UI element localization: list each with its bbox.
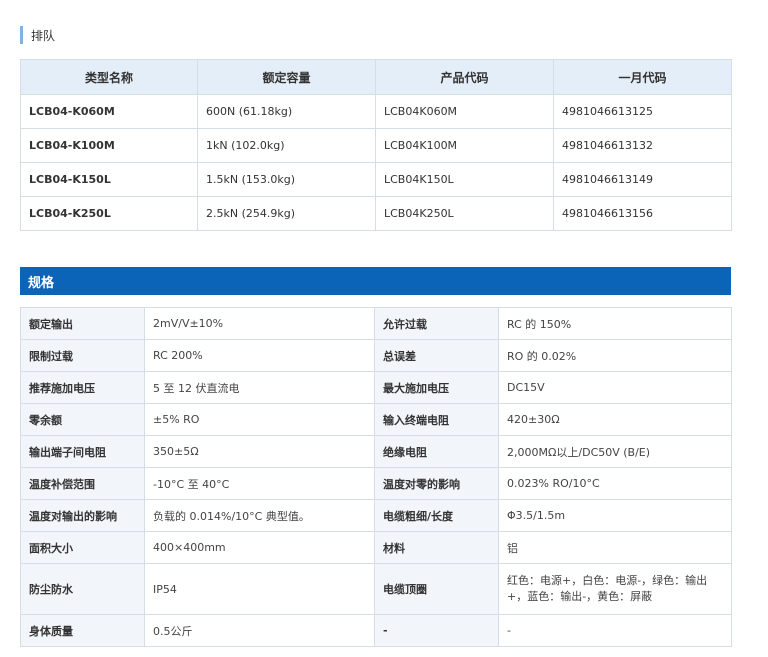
spec-label: 温度对零的影响	[374, 467, 499, 500]
spec-value: RC 200%	[144, 339, 375, 372]
column-header: 额定容量	[197, 59, 376, 95]
spec-value: 2mV/V±10%	[144, 307, 375, 340]
spec-label: 总误差	[374, 339, 499, 372]
table-row: 温度补偿范围 -10°C 至 40°C 温度对零的影响 0.023% RO/10…	[20, 467, 732, 500]
spec-value: 400×400mm	[144, 531, 375, 564]
spec-value: 420±30Ω	[498, 403, 732, 436]
model-table: 类型名称 额定容量 产品代码 一月代码 LCB04-K060M 600N (61…	[20, 59, 732, 231]
spec-section-title: 规格	[28, 275, 55, 291]
cell-type-name: LCB04-K100M	[20, 128, 198, 163]
spec-label: 身体质量	[20, 614, 145, 647]
spec-value: 0.023% RO/10°C	[498, 467, 732, 500]
spec-label: 最大施加电压	[374, 371, 499, 404]
spec-value: -	[498, 614, 732, 647]
cell-product-code: LCB04K150L	[375, 162, 554, 197]
table-row: 限制过载 RC 200% 总误差 RO 的 0.02%	[20, 339, 732, 372]
spec-value: RC 的 150%	[498, 307, 732, 340]
cell-jan-code: 4981046613149	[553, 162, 732, 197]
spec-label: 电缆顶圈	[374, 563, 499, 615]
spec-label: 推荐施加电压	[20, 371, 145, 404]
spec-label: 电缆粗细/长度	[374, 499, 499, 532]
spec-label: 限制过载	[20, 339, 145, 372]
cell-type-name: LCB04-K250L	[20, 196, 198, 231]
section-title: 排队	[31, 28, 56, 43]
spec-label: 防尘防水	[20, 563, 145, 615]
table-row: 额定输出 2mV/V±10% 允许过载 RC 的 150%	[20, 307, 732, 340]
cell-jan-code: 4981046613125	[553, 94, 732, 129]
table-row: LCB04-K100M 1kN (102.0kg) LCB04K100M 498…	[20, 128, 732, 163]
spec-table: 额定输出 2mV/V±10% 允许过载 RC 的 150% 限制过载 RC 20…	[20, 307, 732, 647]
spec-label: 绝缘电阻	[374, 435, 499, 468]
spec-value: 红色：电源+，白色：电源-，绿色：输出+，蓝色：输出-，黄色：屏蔽	[498, 563, 732, 615]
heading-accent-bar	[20, 26, 23, 44]
cell-capacity: 600N (61.18kg)	[197, 94, 376, 129]
spec-label: 零余额	[20, 403, 145, 436]
column-header: 类型名称	[20, 59, 198, 95]
cell-capacity: 1kN (102.0kg)	[197, 128, 376, 163]
table-row: 面积大小 400×400mm 材料 铝	[20, 531, 732, 564]
spec-value: ±5% RO	[144, 403, 375, 436]
spec-label: 允许过载	[374, 307, 499, 340]
spec-value: IP54	[144, 563, 375, 615]
table-row: 防尘防水 IP54 电缆顶圈 红色：电源+，白色：电源-，绿色：输出+，蓝色：输…	[20, 563, 732, 615]
table-header-row: 类型名称 额定容量 产品代码 一月代码	[20, 59, 732, 95]
table-row: LCB04-K060M 600N (61.18kg) LCB04K060M 49…	[20, 94, 732, 129]
spec-value: -10°C 至 40°C	[144, 467, 375, 500]
spec-label: 温度补偿范围	[20, 467, 145, 500]
table-row: 身体质量 0.5公斤 - -	[20, 614, 732, 647]
spec-value: DC15V	[498, 371, 732, 404]
spec-value: 2,000MΩ以上/DC50V (B/E)	[498, 435, 732, 468]
spec-value: 负载的 0.014%/10°C 典型值。	[144, 499, 375, 532]
cell-product-code: LCB04K100M	[375, 128, 554, 163]
cell-capacity: 2.5kN (254.9kg)	[197, 196, 376, 231]
cell-product-code: LCB04K250L	[375, 196, 554, 231]
table-row: 输出端子间电阻 350±5Ω 绝缘电阻 2,000MΩ以上/DC50V (B/E…	[20, 435, 732, 468]
spec-label: 面积大小	[20, 531, 145, 564]
cell-product-code: LCB04K060M	[375, 94, 554, 129]
spec-label: 输出端子间电阻	[20, 435, 145, 468]
spec-value: Φ3.5/1.5m	[498, 499, 732, 532]
cell-capacity: 1.5kN (153.0kg)	[197, 162, 376, 197]
cell-type-name: LCB04-K060M	[20, 94, 198, 129]
table-row: 温度对输出的影响 负载的 0.014%/10°C 典型值。 电缆粗细/长度 Φ3…	[20, 499, 732, 532]
spec-label: 温度对输出的影响	[20, 499, 145, 532]
table-row: 推荐施加电压 5 至 12 伏直流电 最大施加电压 DC15V	[20, 371, 732, 404]
spec-label: -	[374, 614, 499, 647]
column-header: 一月代码	[553, 59, 732, 95]
spec-section-header: 规格	[20, 267, 731, 295]
spec-label: 额定输出	[20, 307, 145, 340]
spec-value: 铝	[498, 531, 732, 564]
table-row: LCB04-K250L 2.5kN (254.9kg) LCB04K250L 4…	[20, 196, 732, 231]
spec-value: 350±5Ω	[144, 435, 375, 468]
table-row: 零余额 ±5% RO 输入终端电阻 420±30Ω	[20, 403, 732, 436]
cell-type-name: LCB04-K150L	[20, 162, 198, 197]
spec-value: 5 至 12 伏直流电	[144, 371, 375, 404]
cell-jan-code: 4981046613132	[553, 128, 732, 163]
spec-value: RO 的 0.02%	[498, 339, 732, 372]
table-row: LCB04-K150L 1.5kN (153.0kg) LCB04K150L 4…	[20, 162, 732, 197]
cell-jan-code: 4981046613156	[553, 196, 732, 231]
spec-value: 0.5公斤	[144, 614, 375, 647]
column-header: 产品代码	[375, 59, 554, 95]
spec-label: 输入终端电阻	[374, 403, 499, 436]
section-heading-ranking: 排队	[20, 26, 55, 44]
spec-label: 材料	[374, 531, 499, 564]
